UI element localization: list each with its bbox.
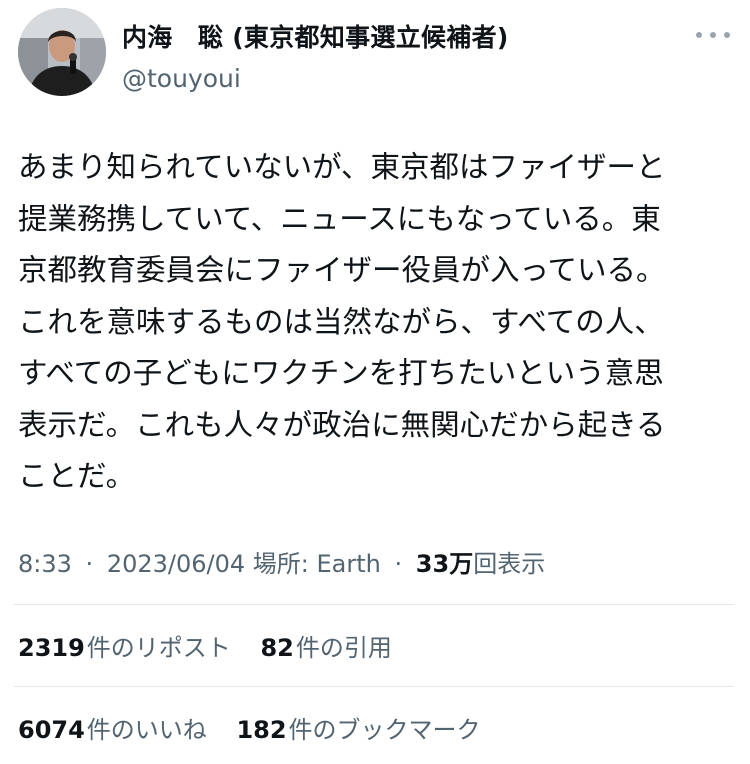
- more-dot: [710, 32, 716, 38]
- tweet-time[interactable]: 8:33: [18, 550, 72, 578]
- reposts-label: 件のリポスト: [86, 634, 231, 662]
- likes-stat[interactable]: 6074件のいいね: [18, 710, 207, 745]
- reposts-count: 2319: [18, 634, 85, 662]
- quotes-label: 件の引用: [295, 634, 392, 662]
- stats-row-likes: 6074件のいいね 182件のブックマーク: [18, 710, 503, 745]
- divider: [14, 604, 734, 605]
- stats-row-reposts: 2319件のリポスト 82件の引用: [18, 628, 414, 663]
- meta-separator: ·: [85, 550, 94, 578]
- tweet-text: あまり知られていないが、東京都はファイザーと 提業務携していて、ニュースにもなっ…: [18, 142, 730, 503]
- likes-label: 件のいいね: [86, 716, 207, 744]
- tweet-date[interactable]: 2023/06/04: [107, 550, 245, 578]
- tweet-text-line: ことだ。: [18, 459, 136, 493]
- bookmarks-label: 件のブックマーク: [288, 716, 481, 744]
- tweet-header: 内海 聡 (東京都知事選立候補者) @touyoui: [18, 8, 732, 100]
- more-horizontal-icon[interactable]: [696, 28, 730, 42]
- tweet-text-line: 表示だ。これも人々が政治に無関心だから起きる: [18, 407, 666, 442]
- divider: [14, 686, 734, 687]
- tweet-text-line: これを意味するものは当然ながら、すべての人、: [18, 304, 664, 339]
- avatar[interactable]: [18, 8, 106, 96]
- tweet-location: 場所: Earth: [252, 550, 381, 578]
- avatar-photo: [18, 8, 106, 96]
- tweet-text-line: 京都教育委員会にファイザー役員が入っている。: [18, 253, 666, 287]
- bookmarks-count: 182: [236, 716, 287, 744]
- quotes-count: 82: [260, 634, 294, 662]
- reposts-stat[interactable]: 2319件のリポスト: [18, 628, 231, 663]
- views-count: 33万: [415, 550, 474, 578]
- tweet-text-line: すべての子どもにワクチンを打ちたいという意思: [18, 356, 664, 390]
- bookmarks-stat[interactable]: 182件のブックマーク: [236, 710, 480, 745]
- quotes-stat[interactable]: 82件の引用: [260, 628, 391, 663]
- more-dot: [696, 32, 702, 38]
- meta-separator: ·: [394, 550, 403, 578]
- tweet-text-line: あまり知られていないが、東京都はファイザーと: [18, 150, 666, 184]
- username-handle[interactable]: @touyoui: [122, 64, 509, 93]
- views-label: 回表示: [473, 550, 546, 578]
- tweet-text-line: 提業務携していて、ニュースにもなっている。東: [18, 201, 661, 236]
- more-dot: [724, 32, 730, 38]
- tweet-meta: 8:33 · 2023/06/04 場所: Earth · 33万回表示: [18, 544, 545, 579]
- author-names: 内海 聡 (東京都知事選立候補者) @touyoui: [122, 18, 509, 93]
- likes-count: 6074: [18, 716, 85, 744]
- display-name[interactable]: 内海 聡 (東京都知事選立候補者): [122, 18, 509, 54]
